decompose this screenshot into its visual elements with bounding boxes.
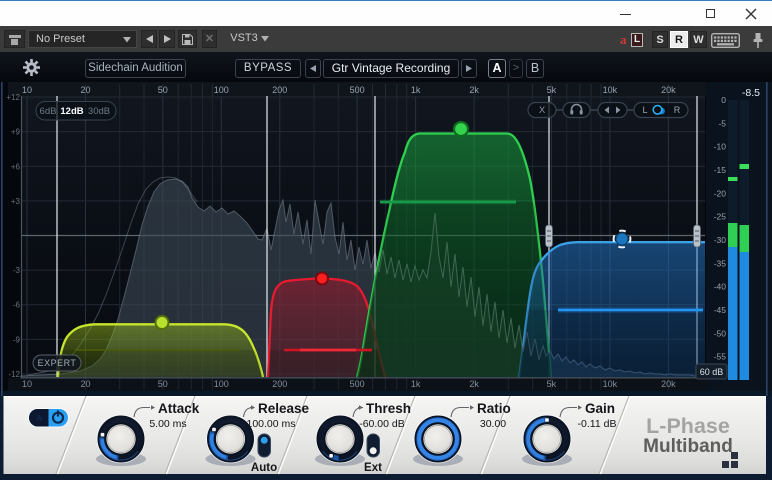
svg-text:20k: 20k [661,85,676,95]
svg-text:500: 500 [350,85,365,95]
svg-text:Attack: Attack [158,401,200,416]
svg-text:20: 20 [80,379,90,389]
svg-text:12dB: 12dB [60,106,83,117]
svg-text:+6: +6 [11,162,21,171]
svg-text:100.00 ms: 100.00 ms [246,418,295,430]
svg-text:X: X [539,105,546,116]
svg-text:1k: 1k [411,379,421,389]
svg-text:200: 200 [272,379,287,389]
svg-text:-3: -3 [13,266,21,275]
svg-text:EXPERT: EXPERT [38,358,77,368]
svg-text:-40: -40 [714,282,727,292]
svg-text:50: 50 [158,85,168,95]
svg-text:-10: -10 [714,142,727,152]
svg-text:5k: 5k [547,379,557,389]
svg-text:50: 50 [158,379,168,389]
svg-text:10: 10 [22,85,32,95]
svg-text:+3: +3 [11,197,21,206]
svg-text:Release: Release [258,401,310,416]
svg-text:Thresh: Thresh [366,401,411,416]
svg-text:10k: 10k [603,379,618,389]
svg-text:1k: 1k [411,85,421,95]
svg-text:6dB: 6dB [40,106,57,117]
svg-text:60 dB: 60 dB [700,367,724,377]
svg-text:100: 100 [214,379,229,389]
svg-text:Gain: Gain [585,401,615,416]
svg-text:30dB: 30dB [88,106,110,117]
svg-text:20k: 20k [661,379,676,389]
svg-text:-45: -45 [714,305,727,315]
svg-text:-15: -15 [714,165,727,175]
svg-text:-20: -20 [714,188,727,198]
svg-text:-6: -6 [13,301,21,310]
svg-text:L-Phase: L-Phase [646,414,730,438]
svg-text:-35: -35 [714,258,727,268]
svg-text:-9: -9 [13,335,21,344]
svg-text:Ext: Ext [364,462,382,474]
svg-text:-0.11 dB: -0.11 dB [578,418,617,430]
svg-text:-12: -12 [8,370,20,379]
svg-text:A: A [36,414,42,423]
svg-text:-30: -30 [714,235,727,245]
svg-text:5.00 ms: 5.00 ms [149,418,186,430]
svg-text:-50: -50 [714,328,727,338]
svg-text:2k: 2k [469,379,479,389]
svg-text:+9: +9 [11,128,21,137]
svg-text:20: 20 [80,85,90,95]
svg-text:Multiband: Multiband [643,436,733,457]
svg-text:10: 10 [22,379,32,389]
svg-text:-60.00 dB: -60.00 dB [359,418,405,430]
svg-text:Ratio: Ratio [477,401,511,416]
svg-text:R: R [674,105,681,115]
svg-text:5k: 5k [547,85,557,95]
svg-text:-55: -55 [714,352,727,362]
svg-text:-8.5: -8.5 [742,87,760,99]
svg-text:-25: -25 [714,212,727,222]
svg-text:+12: +12 [6,93,20,102]
svg-text:30.00: 30.00 [480,418,506,430]
svg-text:10k: 10k [603,85,618,95]
svg-text:200: 200 [272,85,287,95]
svg-text:-5: -5 [718,118,726,128]
svg-text:500: 500 [350,379,365,389]
svg-text:100: 100 [214,85,229,95]
svg-text:L: L [642,105,647,115]
svg-text:Auto: Auto [251,462,277,474]
svg-text:2k: 2k [469,85,479,95]
svg-text:0: 0 [721,95,726,105]
